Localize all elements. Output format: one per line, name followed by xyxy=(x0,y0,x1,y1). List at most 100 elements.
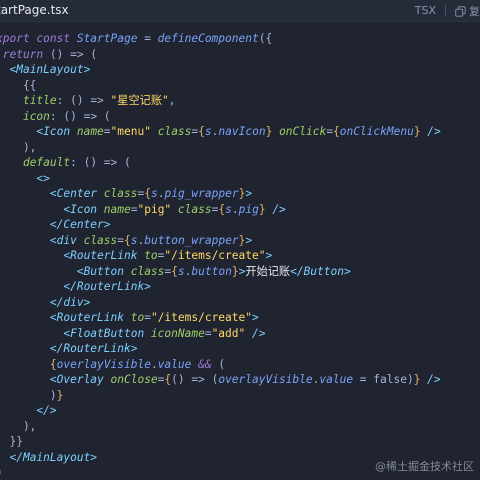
code-token-var: s xyxy=(177,264,185,278)
code-token-tag: </RouterLink> xyxy=(49,342,138,355)
code-token-default: = xyxy=(103,125,111,138)
code-token-attr: onClose xyxy=(110,373,158,386)
code-token-tag: <Overlay xyxy=(49,373,111,386)
code-line: <RouterLink to="/items/create"> xyxy=(0,248,441,264)
copy-label: 复 xyxy=(469,5,480,18)
code-token-string: "pig" xyxy=(137,202,172,216)
code-token-punct: { xyxy=(171,264,178,278)
code-token-default: : () => ( xyxy=(70,156,131,169)
code-token-text: 开始记账 xyxy=(245,264,291,278)
code-line: {overlayVisible.value && ( xyxy=(0,357,441,373)
code-line: <Center class={s.pig_wrapper}> xyxy=(0,186,441,202)
code-line: <> xyxy=(0,171,441,187)
code-line: title: () => "星空记账", xyxy=(0,93,441,109)
code-token-string: "add" xyxy=(211,326,246,340)
code-token-tag: </Center> xyxy=(49,218,111,231)
code-token-attr: iconName xyxy=(150,326,205,340)
code-token-var: button xyxy=(191,264,232,278)
code-token-default: , xyxy=(168,94,176,107)
code-line: <MainLayout> xyxy=(0,62,441,78)
code-token-default: () => ( xyxy=(43,47,98,61)
code-token-default: }} xyxy=(9,435,23,448)
code-token-tag: > xyxy=(245,233,253,247)
code-line: </RouterLink> xyxy=(0,341,441,357)
copy-button[interactable]: 复 xyxy=(455,3,480,19)
code-token-attr: name xyxy=(103,202,131,216)
code-token-var: value xyxy=(157,357,192,371)
code-token-attr: default xyxy=(22,156,71,169)
code-token-default: = false) xyxy=(353,373,414,386)
code-line: </Center> xyxy=(0,217,441,233)
code-token-default xyxy=(0,280,63,293)
code-token-var: onClickMenu xyxy=(339,125,414,138)
code-token-default xyxy=(0,265,77,278)
code-token-attr: to xyxy=(144,249,158,262)
code-line: ), xyxy=(0,140,441,156)
code-token-tag: <> xyxy=(36,171,50,185)
code-token-default: ({ xyxy=(258,32,273,45)
code-token-default: () => ( xyxy=(171,373,219,386)
code-token-attr: onClick xyxy=(279,125,327,138)
code-token-var: s xyxy=(150,187,158,200)
code-token-keyword: && xyxy=(198,357,212,371)
code-token-default xyxy=(0,203,63,216)
code-token-var: navIcon xyxy=(218,125,266,138)
code-token-punct: } xyxy=(231,264,239,278)
code-token-string: "/items/create" xyxy=(164,249,266,262)
code-token-attr: class xyxy=(103,187,138,200)
code-token-tag: > xyxy=(252,311,259,324)
code-token-punct: } xyxy=(56,388,64,402)
code-token-default: = xyxy=(204,326,212,340)
code-token-keyword: return xyxy=(2,47,44,61)
code-line: </RouterLink> xyxy=(0,279,441,295)
header-divider xyxy=(445,5,446,17)
code-line: <div class={s.button_wrapper}> xyxy=(0,233,441,249)
code-token-punct: { xyxy=(198,125,205,138)
code-token-default xyxy=(0,234,50,247)
code-line: <Button class={s.button}>开始记账</Button> xyxy=(0,264,441,280)
code-token-tag: <Center xyxy=(49,187,104,200)
code-token-var: button_wrapper xyxy=(144,233,239,247)
code-line: <Icon name="pig" class={s.pig} /> xyxy=(0,202,441,218)
code-token-default xyxy=(0,110,23,123)
code-token-tag: <div xyxy=(49,233,84,247)
code-token-string: "星空记账" xyxy=(110,94,169,107)
code-token-var: defineComponent xyxy=(157,32,259,45)
code-block[interactable]: xport const StartPage = defineComponent(… xyxy=(0,31,441,480)
code-token-default xyxy=(0,358,50,371)
copy-icon xyxy=(455,5,466,17)
code-token-var: pig_wrapper xyxy=(164,187,239,200)
code-viewer-window: tartPage.tsx TSX 复 xport const StartPage… xyxy=(0,0,480,480)
code-token-attr: icon xyxy=(22,109,50,123)
code-line: ), xyxy=(0,419,441,435)
code-line: default: () => ( xyxy=(0,155,441,171)
code-token-var: StartPage xyxy=(76,32,138,45)
code-token-default xyxy=(0,94,23,107)
code-token-tag: </Button> xyxy=(290,264,351,278)
code-token-tag: /> xyxy=(245,326,266,340)
code-token-default: = xyxy=(137,32,158,45)
code-token-tag: </div> xyxy=(49,295,91,309)
code-token-default xyxy=(0,296,50,309)
code-token-var: s xyxy=(130,233,138,247)
code-line: {{ xyxy=(0,78,441,94)
code-token-tag: <Button xyxy=(76,264,131,278)
code-token-tag: <Icon xyxy=(36,125,77,138)
code-line: }} xyxy=(0,434,441,450)
code-token-tag: </RouterLink> xyxy=(63,280,151,293)
code-token-default: ), xyxy=(0,419,37,433)
code-token-attr: to xyxy=(130,311,145,324)
code-line: </div> xyxy=(0,295,441,311)
code-token-default: ) xyxy=(0,388,57,402)
code-token-punct: { xyxy=(49,357,57,371)
code-token-attr: class xyxy=(177,202,212,216)
code-token-tag: /> xyxy=(420,125,441,138)
code-token-punct: { xyxy=(124,233,131,247)
code-token-default xyxy=(0,373,50,386)
code-token-default: . xyxy=(231,202,239,216)
code-line: )} xyxy=(0,388,441,404)
code-token-tag: </> xyxy=(36,404,57,417)
code-token-attr: class xyxy=(130,264,165,278)
code-token-default: = xyxy=(326,125,333,138)
code-token-var: overlayVisible xyxy=(218,373,313,386)
